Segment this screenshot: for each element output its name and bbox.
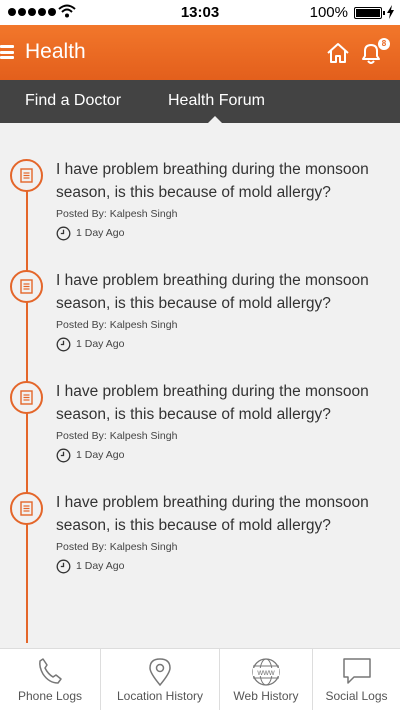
post-author: Posted By: Kalpesh Singh (56, 430, 178, 442)
nav-web-history[interactable]: www Web History (219, 649, 312, 710)
nav-label: Social Logs (325, 689, 388, 703)
forum-post[interactable]: I have problem breathing during the mons… (0, 234, 400, 352)
active-tab-indicator (208, 116, 222, 123)
post-author: Posted By: Kalpesh Singh (56, 319, 178, 331)
nav-label: Phone Logs (17, 689, 83, 703)
bottom-nav: Phone Logs Location History www Web Hist… (0, 648, 400, 710)
post-question: I have problem breathing during the mons… (56, 383, 369, 423)
page-title: Health (25, 40, 86, 63)
tab-find-a-doctor[interactable]: Find a Doctor (25, 92, 121, 110)
document-icon (10, 159, 43, 192)
tab-bar: Find a Doctor Health Forum (0, 80, 400, 123)
forum-feed: I have problem breathing during the mons… (0, 123, 400, 648)
hamburger-menu-icon[interactable] (0, 45, 14, 59)
app-header: Health 8 (0, 25, 400, 80)
clock-icon (56, 559, 71, 574)
forum-post[interactable]: I have problem breathing during the mons… (0, 123, 400, 241)
svg-text:www: www (256, 668, 275, 677)
battery-icon (354, 7, 385, 19)
post-author: Posted By: Kalpesh Singh (56, 541, 178, 553)
nav-label: Location History (116, 689, 204, 703)
battery-percentage: 100% (309, 4, 348, 21)
nav-social-logs[interactable]: Social Logs (312, 649, 400, 710)
post-author: Posted By: Kalpesh Singh (56, 208, 178, 220)
document-icon (10, 381, 43, 414)
status-bar: 13:03 100% (0, 0, 400, 25)
forum-post[interactable]: I have problem breathing during the mons… (0, 456, 400, 574)
tab-health-forum[interactable]: Health Forum (168, 92, 265, 110)
document-icon (10, 270, 43, 303)
globe-www-icon: www (252, 658, 280, 686)
home-icon[interactable] (326, 42, 350, 64)
phone-icon (39, 658, 62, 684)
post-time: 1 Day Ago (76, 560, 125, 572)
nav-label: Web History (233, 689, 299, 703)
post-question: I have problem breathing during the mons… (56, 272, 369, 312)
forum-post[interactable]: I have problem breathing during the mons… (0, 345, 400, 463)
nav-location-history[interactable]: Location History (100, 649, 219, 710)
post-question: I have problem breathing during the mons… (56, 494, 369, 534)
lightning-bolt-icon (387, 5, 394, 19)
post-question: I have problem breathing during the mons… (56, 161, 369, 201)
document-icon (10, 492, 43, 525)
nav-phone-logs[interactable]: Phone Logs (0, 649, 100, 710)
location-pin-icon (149, 658, 171, 687)
notification-badge: 8 (378, 38, 390, 50)
chat-bubble-icon (342, 658, 371, 684)
